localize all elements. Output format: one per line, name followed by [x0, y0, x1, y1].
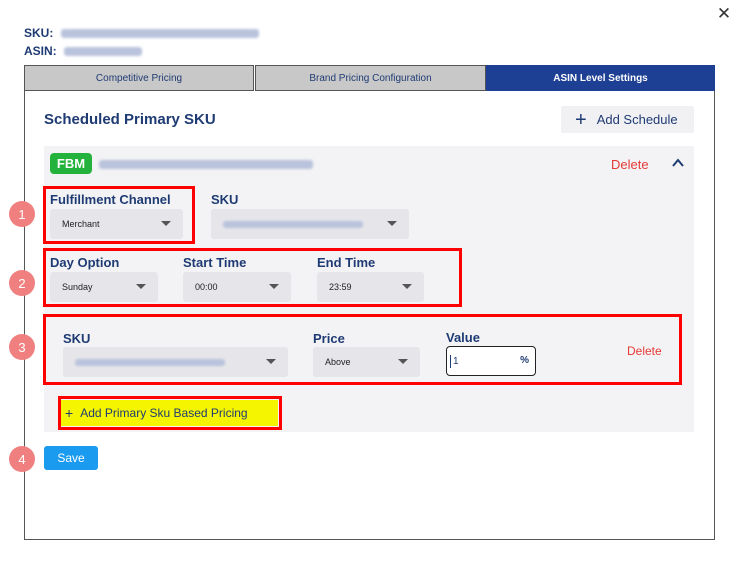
highlight-box-1 — [43, 186, 195, 244]
close-icon[interactable]: ✕ — [716, 6, 732, 23]
modal-dialog: ✕ SKU: ASIN: Competitive Pricing Brand P… — [0, 0, 739, 584]
plus-icon: + — [575, 108, 587, 131]
card-title-blurred — [99, 160, 313, 169]
tab-competitive-pricing[interactable]: Competitive Pricing — [24, 65, 254, 91]
asin-meta: ASIN: — [24, 44, 143, 58]
sku-label: SKU — [211, 192, 239, 207]
highlight-box-3 — [43, 314, 682, 385]
step-marker-2: 2 — [9, 270, 35, 296]
chevron-up-icon[interactable] — [671, 156, 685, 170]
section-title: Scheduled Primary SKU — [44, 111, 216, 128]
step-marker-1: 1 — [9, 201, 35, 227]
asin-meta-label: ASIN: — [24, 44, 57, 58]
tab-asin-level-settings[interactable]: ASIN Level Settings — [486, 65, 715, 91]
chevron-down-icon — [387, 221, 397, 226]
fbm-badge: FBM — [50, 153, 92, 174]
highlight-box-2 — [43, 248, 462, 307]
asin-meta-value-blurred — [64, 47, 143, 57]
sku-meta: SKU: — [24, 26, 259, 40]
sku-meta-value-blurred — [60, 29, 259, 39]
step-marker-3: 3 — [9, 334, 35, 360]
highlight-box-add-primary — [58, 396, 282, 430]
sku-select[interactable] — [211, 209, 409, 239]
tab-brand-pricing-configuration[interactable]: Brand Pricing Configuration — [255, 65, 486, 91]
save-button[interactable]: Save — [44, 446, 98, 470]
sku-select-value-blurred — [223, 220, 363, 228]
card-delete-button[interactable]: Delete — [611, 157, 649, 172]
add-schedule-button[interactable]: + Add Schedule — [561, 106, 694, 133]
tab-bar: Competitive Pricing Brand Pricing Config… — [24, 65, 715, 91]
step-marker-4: 4 — [9, 446, 35, 472]
add-schedule-label: Add Schedule — [596, 112, 678, 127]
sku-meta-label: SKU: — [24, 26, 54, 40]
